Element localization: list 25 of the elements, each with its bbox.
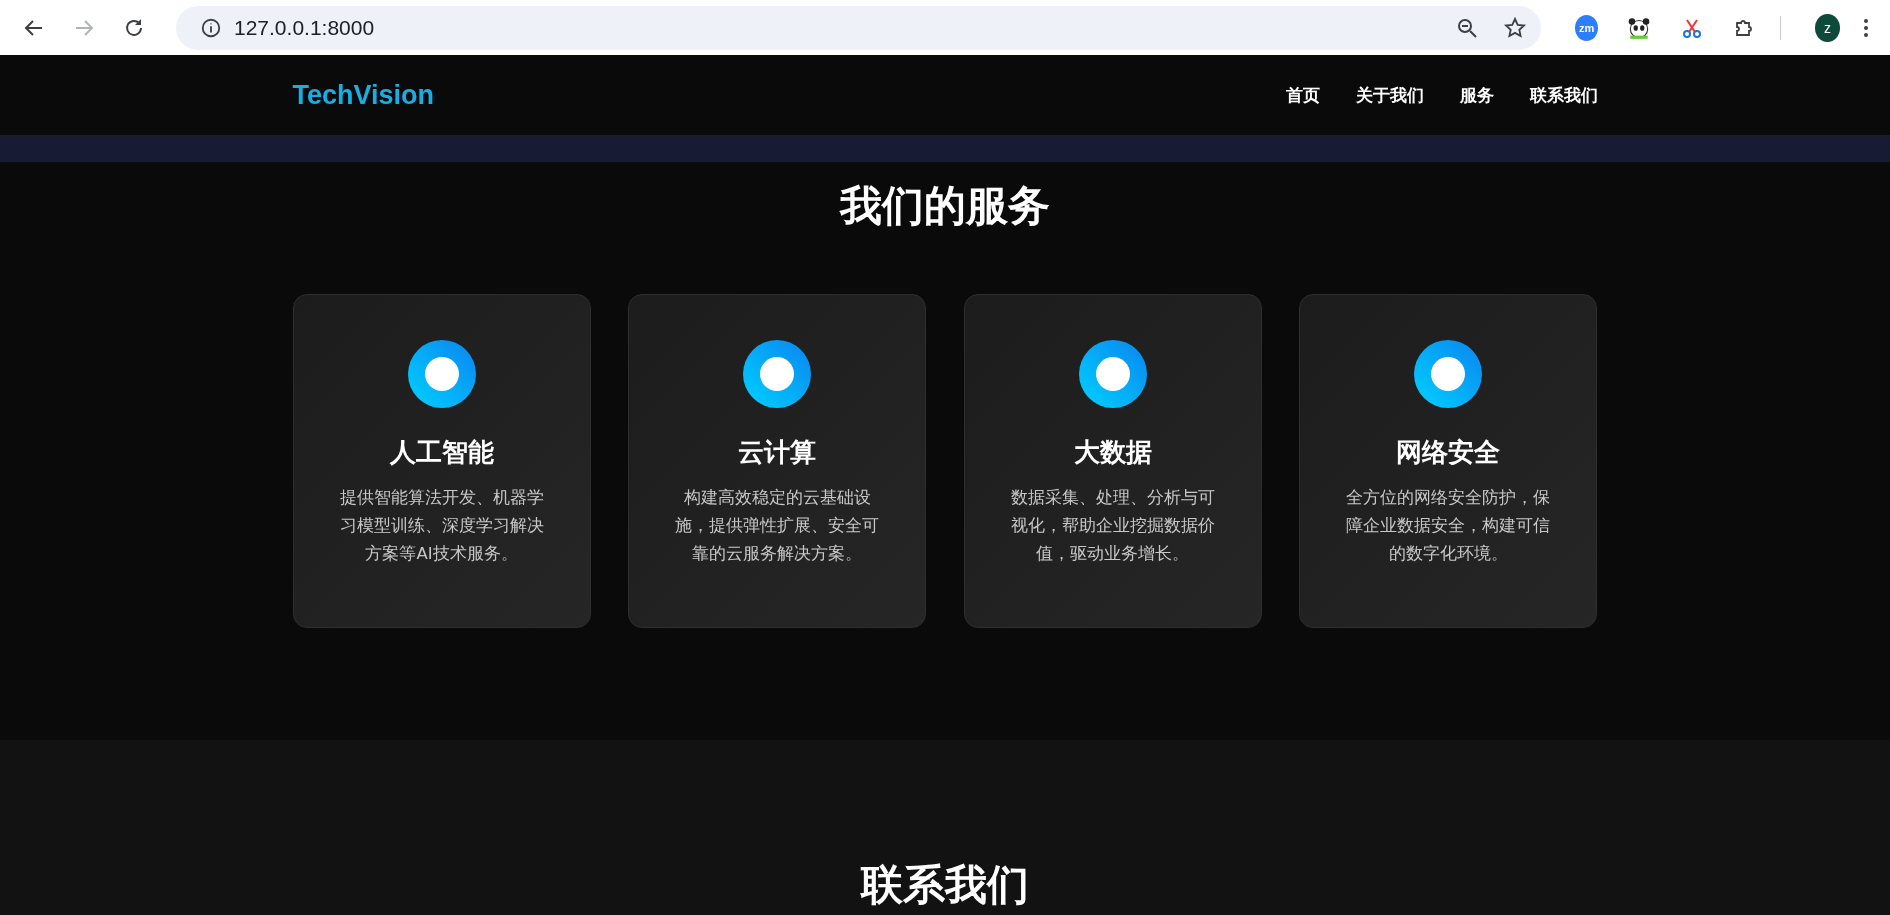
section-title: 我们的服务 [838, 180, 1051, 232]
section-title: 联系我们 [859, 859, 1030, 911]
card-description: 提供智能算法开发、机器学习模型训练、深度学习解决方案等AI技术服务。 [338, 487, 545, 565]
card-description: 构建高效稳定的云基础设施，提供弹性扩展、安全可靠的云服务解决方案。 [674, 487, 881, 565]
profile-avatar[interactable]: z [1815, 13, 1840, 42]
circle-icon [1078, 340, 1147, 408]
nav-link[interactable]: 服务 [1459, 83, 1494, 107]
logo[interactable]: TechVision [292, 79, 435, 111]
circle-icon [743, 340, 812, 408]
card-title: 云计算 [738, 436, 817, 469]
address-bar[interactable]: 127.0.0.1:8000 [176, 5, 1541, 50]
circle-icon [407, 340, 476, 408]
circle-icon [1414, 340, 1483, 408]
card-description: 全方位的网络安全防护，保障企业数据安全，构建可信的数字化环境。 [1345, 487, 1552, 565]
nav-link[interactable]: 关于我们 [1355, 83, 1424, 107]
info-icon[interactable] [200, 16, 222, 39]
card-title: 人工智能 [389, 436, 494, 469]
extension-badge[interactable]: zm [1575, 14, 1599, 41]
url-text: 127.0.0.1:8000 [234, 15, 375, 40]
card-description: 数据采集、处理、分析与可视化，帮助企业挖掘数据价值，驱动业务增长。 [1009, 487, 1216, 565]
nav-link[interactable]: 首页 [1285, 83, 1320, 107]
card-title: 网络安全 [1396, 436, 1501, 469]
star-icon[interactable] [1503, 15, 1527, 40]
nav-link[interactable]: 联系我们 [1529, 83, 1598, 107]
card-title: 大数据 [1073, 436, 1152, 469]
